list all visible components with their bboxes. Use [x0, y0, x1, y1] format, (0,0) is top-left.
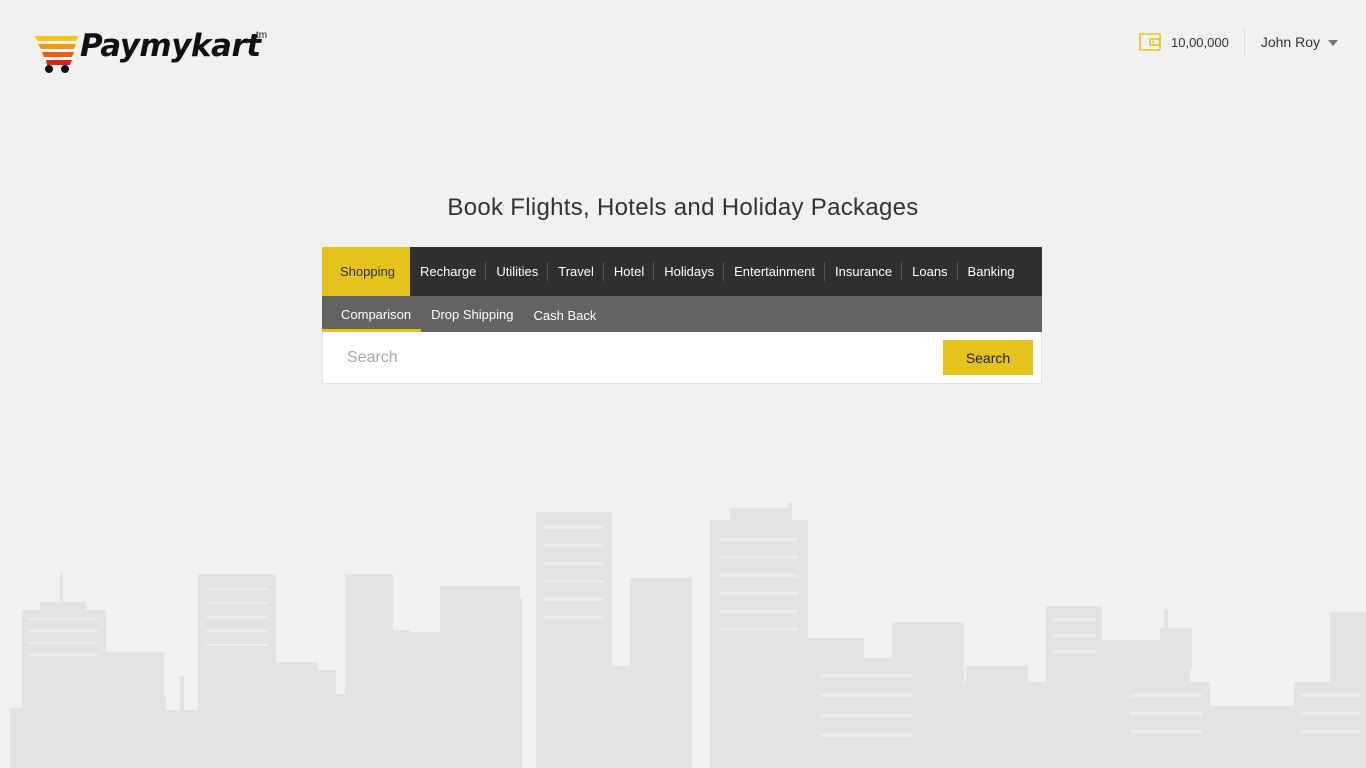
- search-panel: Shopping Recharge Utilities Travel Hotel…: [322, 247, 1042, 384]
- main-tabs: Shopping Recharge Utilities Travel Hotel…: [322, 247, 1042, 296]
- city-skyline-illustration: [10, 502, 1366, 768]
- subtab-cash-back[interactable]: Cash Back: [523, 296, 606, 332]
- tab-label: Shopping: [340, 264, 395, 279]
- page-title: Book Flights, Hotels and Holiday Package…: [447, 194, 919, 221]
- tab-holidays[interactable]: Holidays: [654, 247, 725, 296]
- subtab-label: Cash Back: [533, 307, 597, 323]
- subtab-label: Drop Shipping: [431, 306, 514, 322]
- tab-recharge[interactable]: Recharge: [410, 247, 487, 296]
- tab-banking[interactable]: Banking: [958, 247, 1037, 296]
- tab-label: Holidays: [664, 264, 715, 279]
- search-input[interactable]: [347, 348, 907, 367]
- user-menu[interactable]: John Roy: [1245, 34, 1338, 50]
- search-button[interactable]: Search: [943, 340, 1033, 375]
- trademark-mark: tm: [256, 30, 268, 41]
- tab-label: Recharge: [419, 264, 477, 279]
- tab-travel[interactable]: Travel: [548, 247, 604, 296]
- tab-label: Banking: [967, 264, 1015, 279]
- tab-utilities[interactable]: Utilities: [486, 247, 549, 296]
- sub-tabs: Comparison Drop Shipping Cash Back: [322, 296, 1042, 332]
- tab-entertainment[interactable]: Entertainment: [724, 247, 826, 296]
- subtab-drop-shipping[interactable]: Drop Shipping: [421, 296, 523, 332]
- subtab-comparison[interactable]: Comparison: [322, 296, 422, 332]
- brand-name: Paymykart: [80, 28, 261, 64]
- cart-logo-icon: [34, 36, 78, 73]
- account-area: 10,00,000 John Roy: [1139, 28, 1338, 56]
- subtab-label: Comparison: [341, 306, 412, 322]
- wallet-icon: [1139, 33, 1161, 51]
- chevron-down-icon: [1328, 40, 1338, 46]
- search-row: Search: [322, 332, 1042, 384]
- tab-shopping[interactable]: Shopping: [322, 247, 410, 296]
- tab-label: Loans: [912, 264, 948, 279]
- page: Paymykart tm 10,00,000 John Roy Book Fli…: [0, 0, 1366, 768]
- tab-label: Insurance: [835, 264, 893, 279]
- wallet[interactable]: 10,00,000: [1139, 28, 1245, 56]
- tab-label: Entertainment: [734, 264, 816, 279]
- tab-insurance[interactable]: Insurance: [825, 247, 903, 296]
- tab-label: Utilities: [496, 264, 539, 279]
- tab-label: Travel: [558, 264, 594, 279]
- tab-label: Hotel: [613, 264, 645, 279]
- brand-logo[interactable]: Paymykart tm: [32, 28, 272, 76]
- tab-hotel[interactable]: Hotel: [604, 247, 655, 296]
- tab-loans[interactable]: Loans: [902, 247, 958, 296]
- wallet-balance: 10,00,000: [1171, 34, 1229, 50]
- user-name: John Roy: [1260, 34, 1320, 50]
